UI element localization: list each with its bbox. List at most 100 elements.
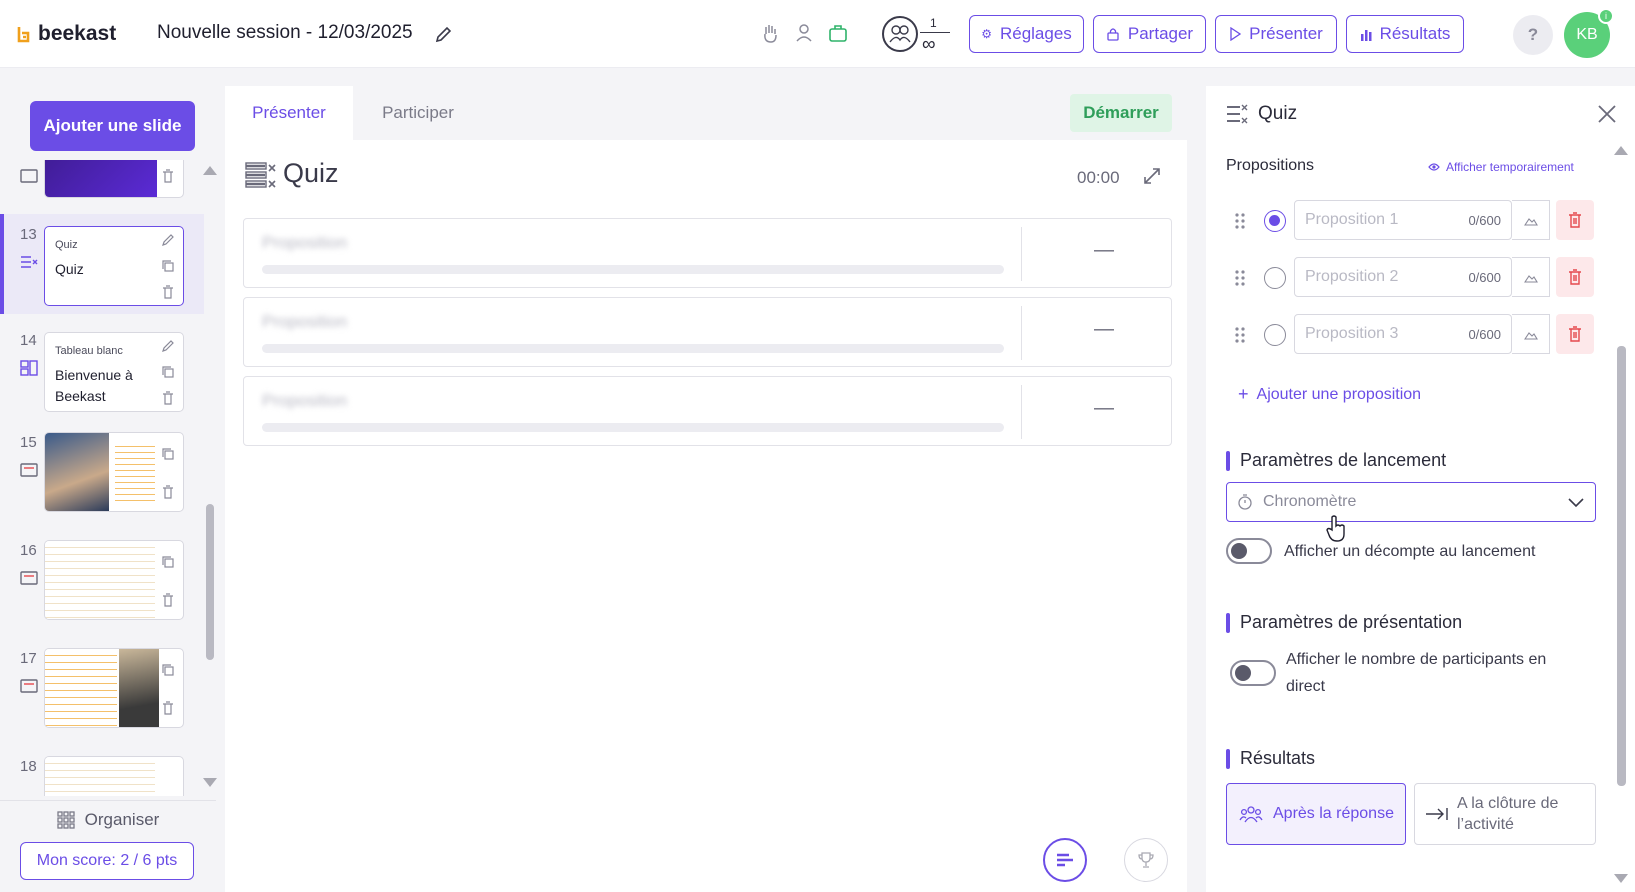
drag-handle-icon[interactable] — [1234, 269, 1246, 287]
edit-title-icon[interactable] — [434, 24, 454, 44]
divider — [1021, 385, 1022, 439]
panel-scroll-down-arrow[interactable] — [1614, 874, 1628, 883]
results-after-answer-option[interactable]: Après la réponse — [1226, 783, 1406, 845]
pencil-icon[interactable] — [161, 233, 175, 247]
trash-icon[interactable] — [161, 701, 175, 715]
hand-raise-icon[interactable] — [760, 22, 780, 44]
tab-present[interactable]: Présenter — [225, 86, 353, 140]
add-image-button[interactable] — [1512, 257, 1550, 297]
duplicate-icon[interactable] — [161, 365, 175, 379]
presentation-slide-icon — [20, 679, 38, 693]
score-button[interactable]: Mon score: 2 / 6 pts — [20, 842, 194, 880]
response-bar — [262, 423, 1004, 432]
tab-participate[interactable]: Participer — [353, 86, 483, 140]
trash-icon[interactable] — [161, 169, 175, 183]
panel-scrollbar[interactable] — [1617, 346, 1626, 786]
timer-select[interactable]: Chronomètre — [1226, 482, 1596, 522]
user-icon[interactable] — [794, 22, 814, 44]
countdown-toggle[interactable] — [1226, 538, 1272, 564]
proposition-input[interactable]: Proposition 1 0/600 — [1294, 200, 1512, 240]
propositions-label: Propositions — [1226, 157, 1315, 174]
slide-item[interactable] — [0, 160, 204, 198]
fullscreen-icon[interactable] — [1142, 166, 1162, 186]
trash-icon[interactable] — [161, 593, 175, 607]
settings-button[interactable]: ⚙ Réglages — [969, 15, 1084, 53]
add-slide-button[interactable]: Ajouter une slide — [30, 101, 195, 151]
drag-handle-icon[interactable] — [1234, 326, 1246, 344]
presentation-slide-icon — [20, 169, 38, 183]
slide-number: 15 — [20, 434, 37, 451]
slide-kind: Tableau blanc — [55, 345, 123, 357]
present-button[interactable]: Présenter — [1215, 15, 1337, 53]
participants-count-toggle[interactable] — [1230, 660, 1276, 686]
slide-item[interactable]: 14 Tableau blanc Bienvenue à Beekast — [0, 322, 204, 422]
close-icon[interactable] — [1596, 103, 1618, 125]
show-temporarily-link[interactable]: Afficher temporairement — [1428, 160, 1574, 174]
slide-item[interactable]: 15 — [0, 432, 204, 532]
organise-button[interactable]: Organiser — [0, 800, 216, 838]
help-button[interactable]: ? — [1513, 15, 1553, 55]
delete-proposition-button[interactable] — [1556, 257, 1594, 297]
session-title[interactable]: Nouvelle session - 12/03/2025 — [157, 22, 413, 44]
proposition-input[interactable]: Proposition 3 0/600 — [1294, 314, 1512, 354]
beekast-logo[interactable]: beekast — [16, 22, 116, 46]
results-view-button[interactable] — [1043, 838, 1087, 882]
drag-handle-icon[interactable] — [1234, 212, 1246, 230]
share-button[interactable]: Partager — [1093, 15, 1206, 53]
scroll-up-arrow[interactable] — [203, 166, 217, 175]
lock-icon — [1107, 28, 1119, 41]
add-image-button[interactable] — [1512, 314, 1550, 354]
duplicate-icon[interactable] — [161, 555, 175, 569]
slide-item-active[interactable]: 13 Quiz Quiz — [0, 214, 204, 314]
duplicate-icon[interactable] — [161, 259, 175, 273]
slide-item[interactable]: 18 — [0, 756, 204, 796]
slide-item[interactable]: 17 — [0, 648, 204, 748]
slide-thumbnail[interactable] — [44, 540, 184, 620]
results-on-close-option[interactable]: A la clôture de l’activité — [1414, 783, 1596, 845]
slide-thumbnail[interactable] — [44, 160, 184, 198]
slide-thumbnail[interactable] — [44, 756, 184, 796]
participants-divider — [920, 32, 950, 33]
panel-scroll-up-arrow[interactable] — [1614, 146, 1628, 155]
leaderboard-button[interactable] — [1124, 838, 1168, 882]
start-button[interactable]: Démarrer — [1070, 94, 1172, 132]
duplicate-icon[interactable] — [161, 663, 175, 677]
sidebar-scrollbar[interactable] — [206, 504, 214, 660]
timer: 00:00 — [1077, 168, 1120, 187]
image-icon — [1523, 332, 1538, 340]
brand-name: beekast — [38, 22, 117, 45]
correct-answer-radio[interactable] — [1264, 324, 1286, 346]
trash-icon[interactable] — [161, 391, 175, 405]
proposition-placeholder: Proposition 3 — [1305, 325, 1399, 342]
results-button[interactable]: Résultats — [1346, 15, 1464, 53]
slides-list[interactable]: 13 Quiz Quiz 14 Tableau blanc Bienvenue … — [0, 160, 204, 796]
play-icon — [1230, 27, 1242, 41]
presentation-params-heading: Paramètres de présentation — [1226, 612, 1462, 633]
slide-thumbnail[interactable] — [44, 648, 184, 728]
delete-proposition-button[interactable] — [1556, 200, 1594, 240]
stopwatch-icon — [1238, 494, 1252, 510]
results-after-answer-label: Après la réponse — [1273, 805, 1394, 822]
presentation-slide-icon — [20, 571, 38, 585]
participants-count-label: Afficher le nombre de participants en di… — [1286, 651, 1547, 695]
plus-icon: + — [1238, 384, 1249, 404]
slide-card[interactable]: Quiz Quiz — [44, 226, 184, 306]
proposition-input[interactable]: Proposition 2 0/600 — [1294, 257, 1512, 297]
slide-thumbnail[interactable] — [44, 432, 184, 512]
briefcase-icon[interactable] — [828, 22, 848, 44]
correct-answer-radio[interactable] — [1264, 267, 1286, 289]
add-image-button[interactable] — [1512, 200, 1550, 240]
duplicate-icon[interactable] — [161, 447, 175, 461]
delete-proposition-button[interactable] — [1556, 314, 1594, 354]
add-proposition-label: Ajouter une proposition — [1256, 385, 1422, 403]
proposition-placeholder: Proposition 1 — [1305, 211, 1399, 228]
participants-icon[interactable] — [882, 16, 918, 52]
pencil-icon[interactable] — [161, 339, 175, 353]
trash-icon[interactable] — [161, 485, 175, 499]
add-proposition-button[interactable]: + Ajouter une proposition — [1238, 384, 1421, 405]
trash-icon[interactable] — [161, 285, 175, 299]
slide-card[interactable]: Tableau blanc Bienvenue à Beekast — [44, 332, 184, 412]
scroll-down-arrow[interactable] — [203, 778, 217, 787]
correct-answer-radio[interactable] — [1264, 210, 1286, 232]
slide-item[interactable]: 16 — [0, 540, 204, 640]
